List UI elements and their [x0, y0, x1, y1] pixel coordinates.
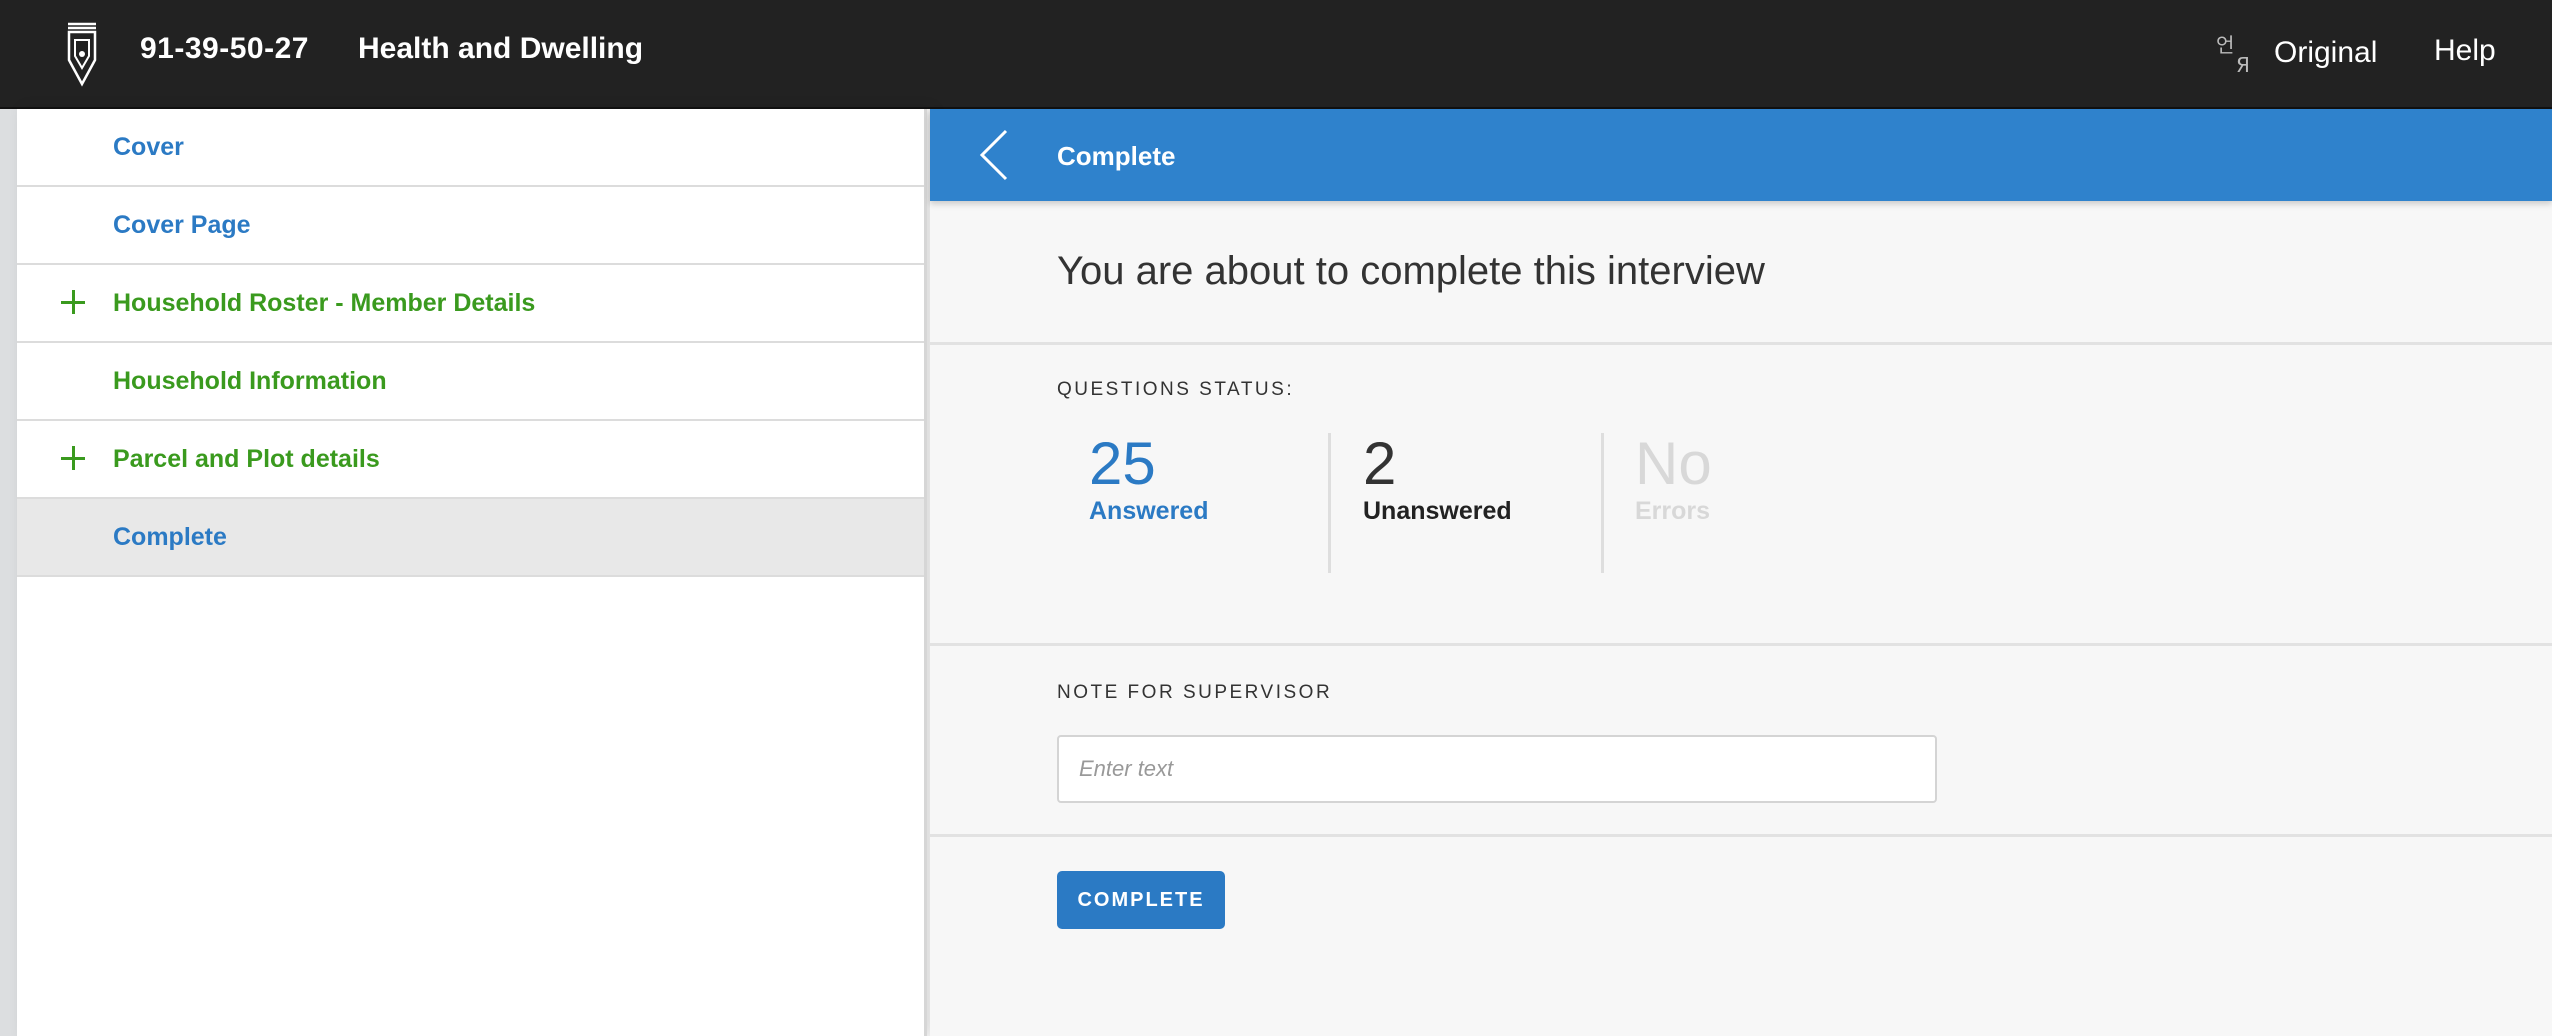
language-selector[interactable]: 언 Я Original — [2214, 28, 2377, 78]
answered-stat[interactable]: 25 Answered — [1089, 433, 1208, 573]
sidebar-item-complete[interactable]: Complete — [17, 499, 924, 577]
svg-text:Я: Я — [2236, 53, 2250, 76]
page-heading: You are about to complete this interview — [1057, 249, 1765, 293]
sidebar-item-label: Cover — [113, 132, 184, 161]
sidebar-item-parcel-plot[interactable]: Parcel and Plot details — [17, 421, 924, 499]
sidebar-item-label: Household Roster - Member Details — [113, 288, 536, 317]
pen-nib-logo-icon[interactable] — [62, 20, 102, 90]
unanswered-label: Unanswered — [1363, 497, 1512, 525]
errors-stat: No Errors — [1635, 433, 1712, 573]
questions-status-label: QUESTIONS STATUS: — [1057, 379, 1295, 400]
interview-id: 91-39-50-27 — [140, 32, 309, 65]
sidebar-item-household-roster[interactable]: Household Roster - Member Details — [17, 265, 924, 343]
sidebar-item-cover-page[interactable]: Cover Page — [17, 187, 924, 265]
sidebar-item-household-information[interactable]: Household Information — [17, 343, 924, 421]
note-for-supervisor-label: NOTE FOR SUPERVISOR — [1057, 682, 1333, 703]
top-bar: 91-39-50-27 Health and Dwelling 언 Я Orig… — [0, 0, 2552, 109]
translate-icon: 언 Я — [2216, 33, 2250, 76]
divider — [930, 342, 2552, 345]
answered-label: Answered — [1089, 497, 1209, 525]
sidebar-item-label: Cover Page — [113, 210, 251, 239]
unanswered-count: 2 — [1363, 430, 1397, 497]
sidebar-item-label: Complete — [113, 522, 227, 551]
svg-text:언: 언 — [2216, 33, 2234, 57]
section-sidebar: Cover Cover Page Household Roster - Memb… — [17, 109, 927, 1036]
stat-divider — [1601, 433, 1604, 573]
chevron-left-icon[interactable] — [970, 127, 1026, 183]
sidebar-item-label: Parcel and Plot details — [113, 444, 380, 473]
errors-label: Errors — [1635, 497, 1711, 525]
stat-divider — [1328, 433, 1331, 573]
unanswered-stat[interactable]: 2 Unanswered — [1363, 433, 1512, 573]
section-title: Complete — [1057, 141, 1176, 171]
main-panel: Complete You are about to complete this … — [930, 109, 2552, 1036]
sidebar-item-cover[interactable]: Cover — [17, 109, 924, 187]
expand-plus-icon[interactable] — [61, 441, 95, 475]
help-link[interactable]: Help — [2434, 34, 2496, 68]
divider — [930, 834, 2552, 837]
complete-button[interactable]: COMPLETE — [1057, 871, 1225, 929]
errors-count: No — [1635, 430, 1712, 497]
section-header: Complete — [930, 109, 2552, 201]
survey-title: Health and Dwelling — [358, 32, 644, 65]
sidebar-item-label: Household Information — [113, 366, 387, 395]
supervisor-note-input[interactable] — [1057, 735, 1937, 803]
language-label: Original — [2274, 36, 2378, 69]
divider — [930, 643, 2552, 646]
expand-plus-icon[interactable] — [61, 285, 95, 319]
left-edge-strip — [0, 109, 17, 1036]
answered-count: 25 — [1089, 430, 1156, 497]
